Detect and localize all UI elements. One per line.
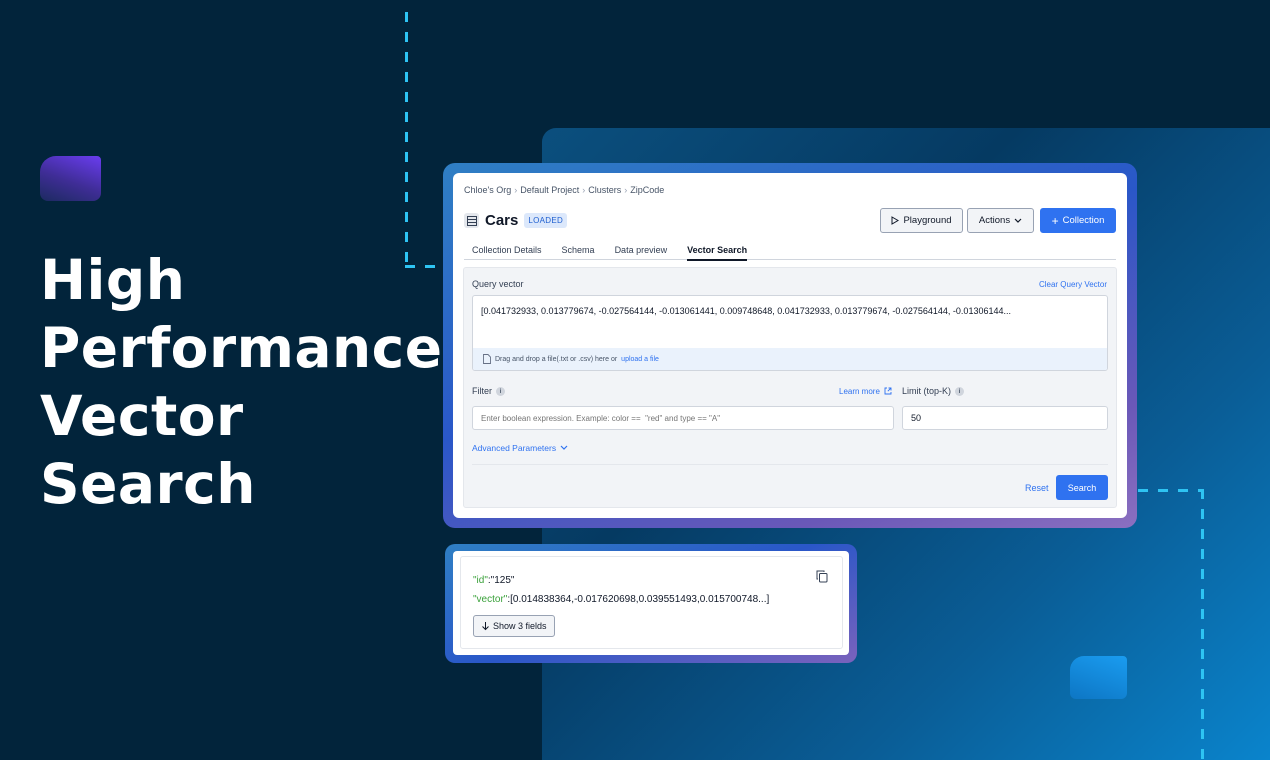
limit-value: 50 <box>911 413 922 423</box>
status-badge: LOADED <box>524 213 568 228</box>
breadcrumb: Chloe's Org › Default Project › Clusters… <box>464 185 664 195</box>
info-icon[interactable]: i <box>955 387 965 397</box>
tab-data-preview[interactable]: Data preview <box>607 243 676 260</box>
search-button[interactable]: Search <box>1056 475 1108 500</box>
playground-button[interactable]: Playground <box>880 208 963 233</box>
filter-label: Filter i <box>472 386 505 397</box>
json-value-vector: :[0.014838364,-0.017620698,0.039551493,0… <box>507 594 770 605</box>
chevron-right-icon: › <box>514 185 518 195</box>
decorative-shape-blue <box>1070 656 1127 699</box>
breadcrumb-org[interactable]: Chloe's Org <box>464 185 511 195</box>
json-key-vector: "vector" <box>473 594 508 605</box>
app-window: Chloe's Org › Default Project › Clusters… <box>453 173 1127 518</box>
learn-more-label: Learn more <box>839 387 880 396</box>
result-item: "id":"125" "vector":[0.014838364,-0.0176… <box>460 556 843 649</box>
add-collection-button[interactable]: + Collection <box>1040 208 1116 233</box>
advanced-parameters-toggle[interactable]: Advanced Parameters <box>472 443 568 453</box>
vector-search-panel: Query vector Clear Query Vector [0.04173… <box>463 267 1117 508</box>
dashed-connector <box>1201 489 1204 760</box>
plus-icon: + <box>1051 213 1059 228</box>
show-fields-label: Show 3 fields <box>493 621 547 631</box>
advanced-parameters-label: Advanced Parameters <box>472 443 557 453</box>
filter-input[interactable] <box>472 406 894 430</box>
page-title: Cars <box>485 212 519 229</box>
result-card: "id":"125" "vector":[0.014838364,-0.0176… <box>453 551 849 655</box>
hero-line: High <box>40 248 186 312</box>
clear-query-vector-link[interactable]: Clear Query Vector <box>1039 280 1107 289</box>
arrow-down-icon <box>482 622 489 631</box>
breadcrumb-project[interactable]: Default Project <box>520 185 579 195</box>
actions-label: Actions <box>978 215 1011 226</box>
tab-vector-search[interactable]: Vector Search <box>679 243 755 261</box>
collection-label: Collection <box>1062 215 1105 226</box>
show-fields-button[interactable]: Show 3 fields <box>473 615 555 637</box>
json-key-id: "id" <box>473 575 488 586</box>
file-icon <box>483 354 491 364</box>
result-id-line: "id":"125" <box>473 575 514 586</box>
panel-divider <box>472 464 1108 465</box>
reset-button[interactable]: Reset <box>1025 483 1049 493</box>
file-drop-zone[interactable]: Drag and drop a file(.txt or .csv) here … <box>473 348 1107 370</box>
json-value-id: :"125" <box>487 575 515 586</box>
limit-label: Limit (top-K) i <box>902 386 965 397</box>
limit-label-text: Limit (top-K) <box>902 386 952 396</box>
query-vector-label: Query vector <box>472 279 524 289</box>
learn-more-link[interactable]: Learn more <box>839 387 892 396</box>
decorative-shape-purple <box>40 156 101 201</box>
tab-collection-details[interactable]: Collection Details <box>464 243 550 260</box>
query-vector-value: [0.041732933, 0.013779674, -0.027564144,… <box>481 306 1011 316</box>
chevron-right-icon: › <box>582 185 586 195</box>
breadcrumb-cluster[interactable]: ZipCode <box>630 185 664 195</box>
upload-file-link[interactable]: upload a file <box>621 356 659 363</box>
hero-line: Search <box>40 452 256 516</box>
dashed-connector <box>1138 489 1204 492</box>
table-icon <box>464 213 479 228</box>
play-icon <box>891 216 900 225</box>
dashed-connector <box>405 12 408 268</box>
tab-schema[interactable]: Schema <box>554 243 603 260</box>
playground-label: Playground <box>903 215 952 226</box>
hero-headline: High Performance Vector Search <box>40 246 443 518</box>
chevron-down-icon <box>1014 218 1022 223</box>
actions-button[interactable]: Actions <box>967 208 1034 233</box>
title-row: Cars LOADED <box>464 212 568 229</box>
limit-input[interactable]: 50 <box>902 406 1108 430</box>
query-vector-input[interactable]: [0.041732933, 0.013779674, -0.027564144,… <box>472 295 1108 371</box>
hero-line: Performance <box>40 316 443 380</box>
result-vector-line: "vector":[0.014838364,-0.017620698,0.039… <box>473 594 769 605</box>
chevron-down-icon <box>561 445 568 450</box>
copy-icon[interactable] <box>816 570 828 588</box>
drop-text: Drag and drop a file(.txt or .csv) here … <box>495 355 618 363</box>
filter-label-text: Filter <box>472 386 492 396</box>
breadcrumb-clusters[interactable]: Clusters <box>588 185 621 195</box>
tab-bar: Collection Details Schema Data preview V… <box>464 243 1116 261</box>
external-link-icon <box>884 387 892 395</box>
chevron-right-icon: › <box>624 185 628 195</box>
info-icon[interactable]: i <box>496 387 505 397</box>
hero-line: Vector <box>40 384 244 448</box>
